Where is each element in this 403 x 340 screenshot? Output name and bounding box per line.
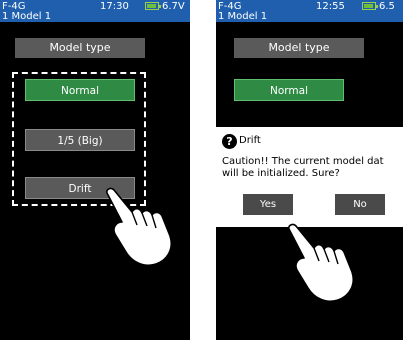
no-button[interactable]: No — [335, 194, 385, 215]
pointing-hand-icon — [106, 187, 172, 267]
battery-voltage: 6.5 — [379, 1, 395, 12]
yes-button[interactable]: Yes — [243, 194, 293, 215]
battery-icon — [362, 2, 378, 10]
pointing-hand-icon — [288, 223, 354, 303]
dialog-message-line-2: will be initialized. Sure? — [222, 168, 340, 179]
model-name: 1 Model 1 — [218, 11, 268, 22]
transmitter-screen-left: F-4G 1 Model 1 17:30 6.7V Model type Nor… — [0, 0, 190, 340]
dialog-message-line-1: Caution!! The current model dat — [222, 156, 384, 167]
option-normal-button[interactable]: Normal — [234, 79, 344, 101]
status-bar: F-4G 1 Model 1 12:55 6.5 — [216, 0, 403, 22]
confirm-dialog: ? Drift Caution!! The current model dat w… — [216, 127, 403, 227]
option-normal-button[interactable]: Normal — [25, 79, 135, 101]
dialog-message: Caution!! The current model dat will be … — [222, 156, 403, 180]
battery-icon — [145, 2, 161, 10]
dialog-title: Drift — [239, 135, 261, 146]
model-name: 1 Model 1 — [2, 11, 52, 22]
screen-title: Model type — [15, 38, 145, 58]
option-big-button[interactable]: 1/5 (Big) — [25, 129, 135, 151]
question-icon: ? — [222, 133, 237, 149]
clock: 17:30 — [100, 1, 129, 12]
battery-voltage: 6.7V — [162, 1, 185, 12]
screen-title: Model type — [234, 38, 364, 58]
dialog-header: ? Drift — [222, 133, 261, 149]
status-bar: F-4G 1 Model 1 17:30 6.7V — [0, 0, 190, 22]
clock: 12:55 — [316, 1, 345, 12]
